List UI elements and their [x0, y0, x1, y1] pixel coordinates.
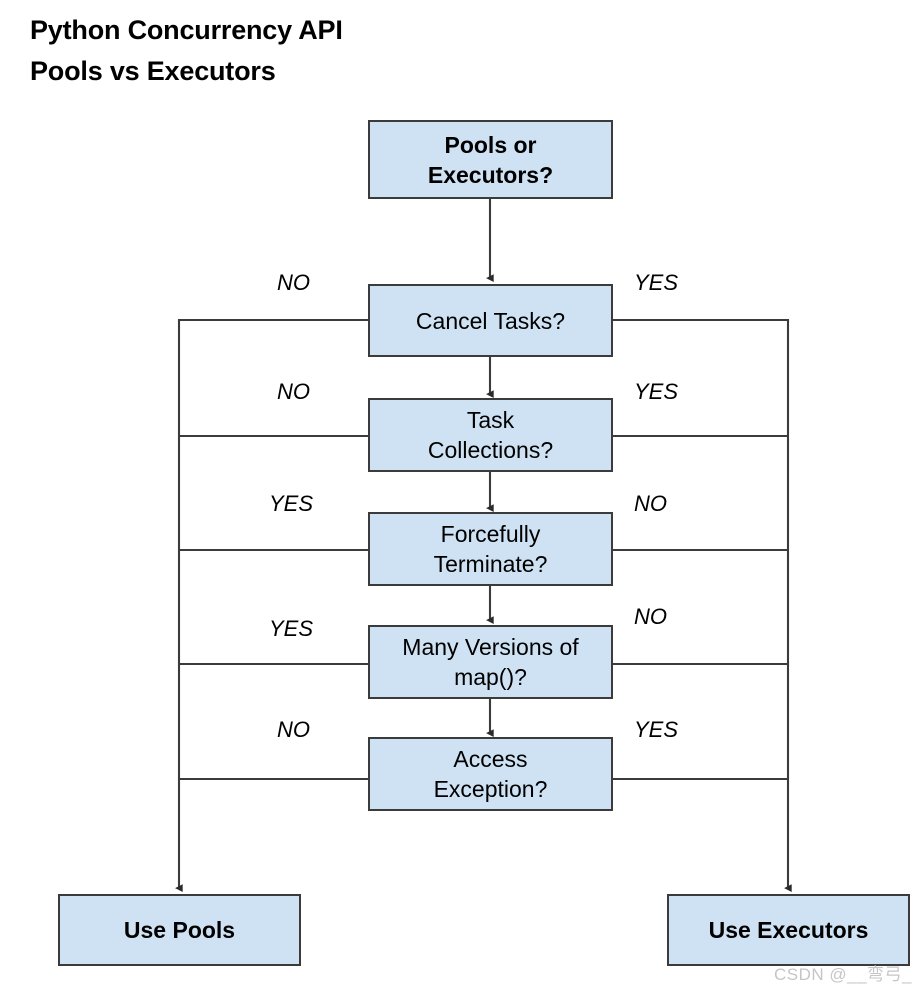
node-pools-or-executors-line1: Pools or — [444, 131, 537, 158]
node-pools-or-executors-line2: Executors? — [427, 161, 554, 188]
edge-label-row1-left: NO — [277, 270, 310, 295]
node-pools-or-executors[interactable]: Pools or Executors? — [368, 120, 613, 199]
edge-label-row4-right: NO — [634, 604, 667, 629]
node-access-exception-line2: Exception? — [433, 776, 548, 802]
edge-label-row1-right: YES — [634, 270, 679, 295]
node-forcefully-terminate-line1: Forcefully — [440, 521, 541, 547]
edge-label-row5-right: YES — [634, 717, 679, 742]
edge-label-row4-left: YES — [269, 616, 314, 641]
node-task-collections-line2: Collections? — [427, 437, 554, 463]
node-use-executors[interactable]: Use Executors — [667, 894, 910, 966]
edge-label-row5-left: NO — [277, 717, 310, 742]
node-forcefully-terminate-line2: Terminate? — [433, 551, 548, 577]
node-task-collections[interactable]: Task Collections? — [368, 398, 613, 472]
node-access-exception-line1: Access — [453, 746, 528, 772]
title-line-1: Python Concurrency API — [30, 15, 343, 45]
node-many-versions-of-map[interactable]: Many Versions of map()? — [368, 625, 613, 699]
flowchart-canvas: Python Concurrency API Pools vs Executor… — [0, 0, 920, 989]
edge-label-row2-left: NO — [277, 379, 310, 404]
node-task-collections-line1: Task — [466, 407, 515, 433]
node-forcefully-terminate-label: Forcefully Terminate? — [376, 519, 605, 579]
node-use-pools-label: Use Pools — [123, 917, 236, 943]
node-use-executors-label: Use Executors — [708, 917, 869, 943]
node-cancel-tasks-label: Cancel Tasks? — [415, 307, 566, 334]
edge-label-row3-right: NO — [634, 491, 667, 516]
node-many-versions-of-map-label: Many Versions of map()? — [376, 632, 605, 692]
node-pools-or-executors-label: Pools or Executors? — [376, 130, 605, 190]
node-access-exception[interactable]: Access Exception? — [368, 737, 613, 811]
page-title: Python Concurrency API Pools vs Executor… — [30, 10, 550, 92]
edge-label-row2-right: YES — [634, 379, 679, 404]
title-line-2: Pools vs Executors — [30, 56, 276, 86]
node-access-exception-label: Access Exception? — [376, 744, 605, 804]
watermark: CSDN @__弯弓_ — [773, 965, 912, 984]
node-use-pools[interactable]: Use Pools — [58, 894, 301, 966]
edge-label-row3-left: YES — [269, 491, 314, 516]
node-cancel-tasks[interactable]: Cancel Tasks? — [368, 284, 613, 357]
node-forcefully-terminate[interactable]: Forcefully Terminate? — [368, 512, 613, 586]
node-task-collections-label: Task Collections? — [376, 405, 605, 465]
node-many-versions-of-map-line2: map()? — [454, 664, 527, 690]
node-many-versions-of-map-line1: Many Versions of — [402, 634, 579, 660]
